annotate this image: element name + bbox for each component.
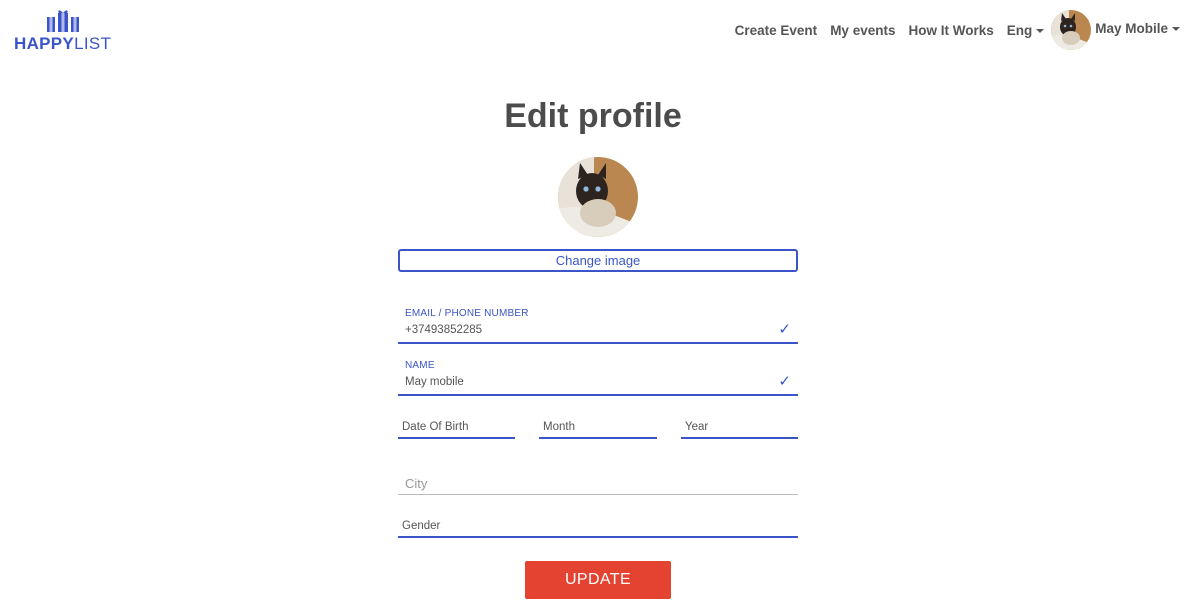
dob-month-label: Month bbox=[543, 421, 575, 433]
checkmark-icon: ✓ bbox=[778, 373, 791, 390]
user-menu[interactable]: May Mobile bbox=[1051, 10, 1180, 50]
nav-how-it-works[interactable]: How It Works bbox=[908, 23, 993, 38]
top-nav: Create Event My events How It Works Eng … bbox=[722, 10, 1180, 50]
name-label: NAME bbox=[405, 360, 435, 371]
chevron-down-icon bbox=[1172, 27, 1180, 31]
email-phone-field[interactable]: EMAIL / PHONE NUMBER ✓ bbox=[398, 304, 798, 344]
dob-month-select[interactable]: Month bbox=[539, 418, 657, 439]
email-phone-input[interactable] bbox=[405, 324, 765, 336]
name-field[interactable]: NAME ✓ bbox=[398, 356, 798, 396]
change-image-button[interactable]: Change image bbox=[398, 249, 798, 272]
profile-avatar bbox=[558, 157, 638, 237]
language-dropdown[interactable]: Eng bbox=[1007, 23, 1045, 38]
gender-select[interactable]: Gender bbox=[398, 516, 798, 538]
brand-name: HAPPYLIST bbox=[14, 34, 111, 54]
user-name-label: May Mobile bbox=[1095, 20, 1168, 36]
checkmark-icon: ✓ bbox=[778, 321, 791, 338]
city-input[interactable] bbox=[405, 476, 785, 491]
cat-photo-icon bbox=[1051, 10, 1092, 50]
page-title: Edit profile bbox=[504, 97, 682, 135]
brand-name-bold: HAPPY bbox=[14, 34, 75, 53]
nav-my-events[interactable]: My events bbox=[830, 23, 895, 38]
dob-day-select[interactable]: Date Of Birth bbox=[398, 418, 515, 439]
language-label: Eng bbox=[1006, 22, 1033, 38]
email-phone-label: EMAIL / PHONE NUMBER bbox=[405, 308, 529, 319]
gift-boxes-icon bbox=[47, 10, 79, 32]
user-name: May Mobile bbox=[1095, 21, 1180, 36]
cat-photo-icon bbox=[558, 157, 638, 237]
gender-label: Gender bbox=[402, 520, 441, 532]
dob-year-label: Year bbox=[685, 421, 709, 433]
dob-year-select[interactable]: Year bbox=[681, 418, 798, 439]
city-field[interactable] bbox=[398, 472, 798, 495]
brand-name-light: LIST bbox=[74, 34, 112, 53]
update-button[interactable]: UPDATE bbox=[525, 561, 671, 599]
chevron-down-icon bbox=[1036, 29, 1045, 33]
dob-day-label: Date Of Birth bbox=[402, 421, 469, 433]
happylist-logo[interactable]: HAPPYLIST bbox=[14, 10, 114, 54]
user-avatar bbox=[1051, 10, 1092, 50]
nav-create-event[interactable]: Create Event bbox=[735, 23, 818, 38]
name-input[interactable] bbox=[405, 376, 765, 388]
